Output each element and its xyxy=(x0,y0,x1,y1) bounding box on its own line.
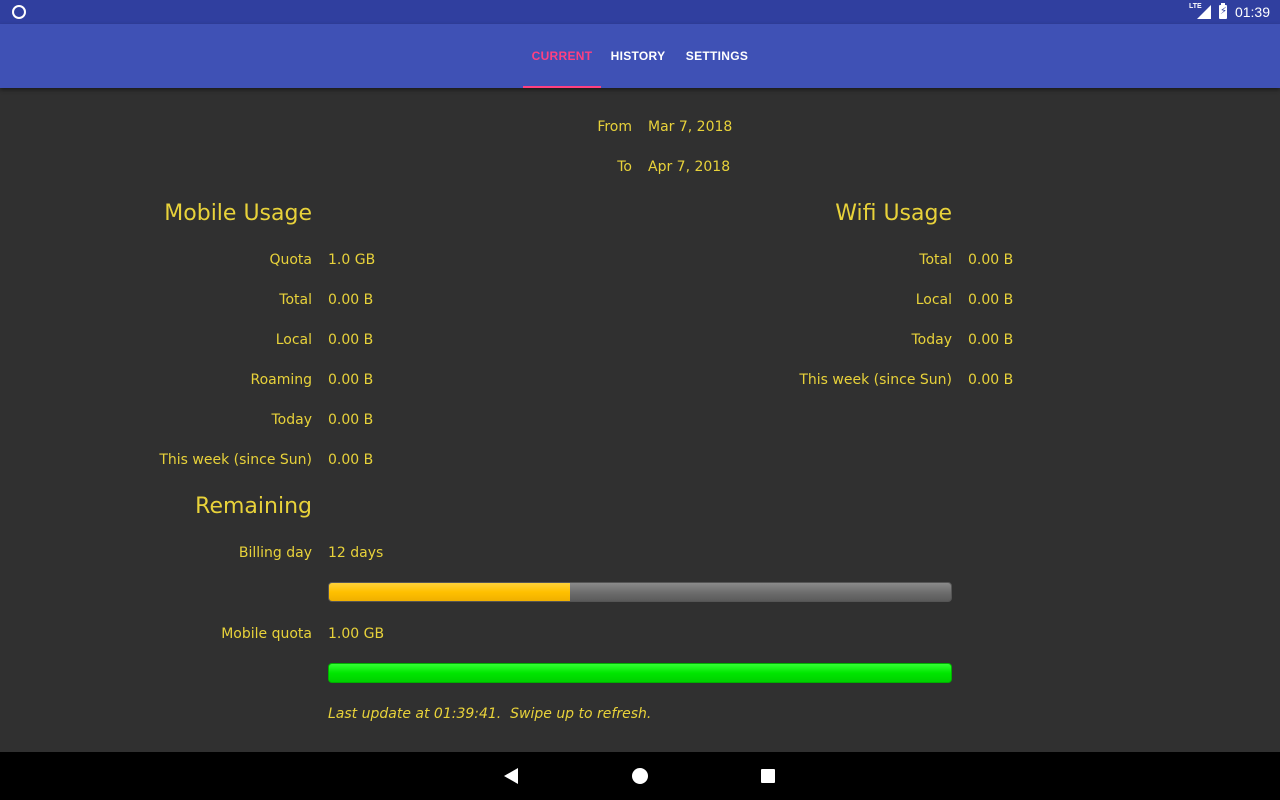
mobile-quota-label: Mobile quota xyxy=(221,626,312,642)
billing-progress-fill xyxy=(329,583,571,601)
tab-settings[interactable]: SETTINGS xyxy=(675,24,759,88)
mobile-row-value: 0.00 B xyxy=(328,412,374,428)
wifi-usage-title: Wifi Usage xyxy=(835,201,952,226)
status-icons: LTE ⚡ 01:39 xyxy=(1189,3,1270,21)
billing-day-label: Billing day xyxy=(238,545,312,561)
app-bar: CURRENT HISTORY SETTINGS xyxy=(0,24,1280,88)
mobile-row-local: Local 0.00 B xyxy=(0,330,640,350)
wifi-row-today: Today 0.00 B xyxy=(640,330,1280,350)
back-icon[interactable] xyxy=(504,768,518,784)
to-value: Apr 7, 2018 xyxy=(648,159,731,175)
mobile-row-value: 0.00 B xyxy=(328,372,374,388)
navigation-bar xyxy=(0,752,1280,800)
mobile-row-label: Roaming xyxy=(250,372,312,388)
mobile-row-total: Total 0.00 B xyxy=(0,290,640,310)
period-to-row: To Apr 7, 2018 xyxy=(0,157,1280,177)
mobile-row-label: This week (since Sun) xyxy=(159,452,312,468)
mobile-row-today: Today 0.00 B xyxy=(0,410,640,430)
mobile-quota-value: 1.00 GB xyxy=(328,626,385,642)
wifi-row-value: 0.00 B xyxy=(968,372,1014,388)
billing-day-row: Billing day 12 days xyxy=(0,543,640,563)
wifi-row-value: 0.00 B xyxy=(968,252,1014,268)
mobile-row-label: Today xyxy=(271,412,313,428)
mobile-row-label: Total xyxy=(279,292,312,308)
notification-circle-icon xyxy=(12,5,26,19)
wifi-row-this-week: This week (since Sun) 0.00 B xyxy=(640,370,1280,390)
mobile-row-quota: Quota 1.0 GB xyxy=(0,250,640,270)
mobile-row-value: 0.00 B xyxy=(328,292,374,308)
mobile-row-value: 0.00 B xyxy=(328,332,374,348)
mobile-row-label: Local xyxy=(275,332,312,348)
tab-current[interactable]: CURRENT xyxy=(523,24,601,88)
mobile-row-label: Quota xyxy=(269,252,312,268)
wifi-row-local: Local 0.00 B xyxy=(640,290,1280,310)
from-label: From xyxy=(597,119,632,135)
mobile-row-roaming: Roaming 0.00 B xyxy=(0,370,640,390)
period-from-row: From Mar 7, 2018 xyxy=(0,117,1280,137)
status-bar: LTE ⚡ 01:39 xyxy=(0,0,1280,24)
from-value: Mar 7, 2018 xyxy=(648,119,733,135)
tab-bar: CURRENT HISTORY SETTINGS xyxy=(523,24,759,88)
mobile-quota-row: Mobile quota 1.00 GB xyxy=(0,624,640,644)
wifi-row-value: 0.00 B xyxy=(968,332,1014,348)
mobile-row-value: 0.00 B xyxy=(328,452,374,468)
wifi-row-total: Total 0.00 B xyxy=(640,250,1280,270)
status-time: 01:39 xyxy=(1234,4,1270,20)
lte-signal-icon: LTE xyxy=(1189,3,1211,19)
billing-progress-bar xyxy=(328,582,952,602)
wifi-row-label: This week (since Sun) xyxy=(799,372,952,388)
tab-history[interactable]: HISTORY xyxy=(601,24,675,88)
to-label: To xyxy=(617,159,632,175)
home-icon[interactable] xyxy=(632,768,648,784)
billing-day-value: 12 days xyxy=(328,545,384,561)
mobile-row-value: 1.0 GB xyxy=(328,252,376,268)
recent-apps-icon[interactable] xyxy=(761,769,775,783)
battery-charging-icon: ⚡ xyxy=(1218,3,1227,19)
wifi-row-label: Total xyxy=(919,252,952,268)
wifi-row-label: Today xyxy=(911,332,953,348)
wifi-row-label: Local xyxy=(915,292,952,308)
wifi-row-value: 0.00 B xyxy=(968,292,1014,308)
mobile-quota-progress-fill xyxy=(329,664,951,682)
remaining-title: Remaining xyxy=(195,494,312,519)
mobile-usage-title: Mobile Usage xyxy=(164,201,312,226)
mobile-quota-progress-bar xyxy=(328,663,952,683)
last-update-note: Last update at 01:39:41. Swipe up to ref… xyxy=(328,706,652,722)
mobile-row-this-week: This week (since Sun) 0.00 B xyxy=(0,450,640,470)
